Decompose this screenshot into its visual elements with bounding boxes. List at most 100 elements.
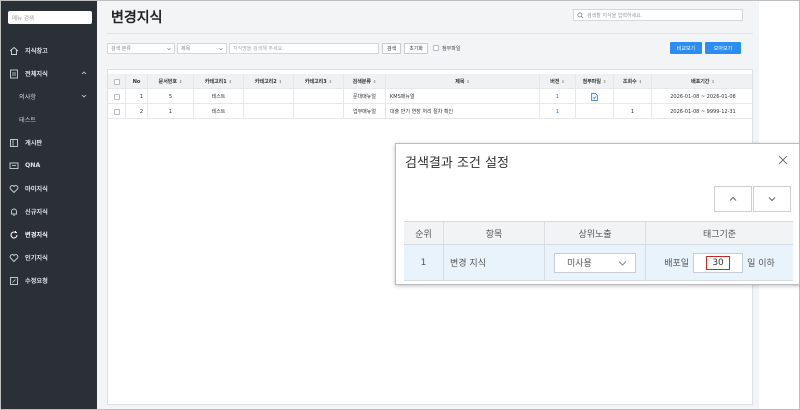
sidebar-item-my-knowledge[interactable]: 마이지식 xyxy=(1,177,97,200)
attachment-checkbox-label: 첨부파일 xyxy=(442,45,461,52)
sidebar-item-knowledge-home[interactable]: 지식창고 xyxy=(1,39,97,62)
bell-icon xyxy=(9,207,19,217)
close-icon[interactable] xyxy=(777,154,789,166)
sidebar-item-new-knowledge[interactable]: 신규지식 xyxy=(1,200,97,223)
row-views xyxy=(614,89,652,104)
modal-title: 검색결과 조건 설정 xyxy=(405,156,509,171)
table-row[interactable]: 2 1 테스트 업무매뉴얼 대출 만기 연장 처리 절차 확인 1 1 2026… xyxy=(108,104,752,119)
global-search-input[interactable]: 검색할 지식을 입력하세요. xyxy=(573,9,743,21)
column-header[interactable]: 첨부파일 ⇕ xyxy=(576,74,614,89)
field-select-value: 제목 xyxy=(181,45,191,52)
divider xyxy=(107,33,753,34)
row-cat3 xyxy=(294,89,344,104)
exposure-select[interactable]: 미사용 xyxy=(554,252,636,273)
sidebar-item-label: 인기지식 xyxy=(25,255,48,262)
category-select[interactable]: 검색 분류 xyxy=(107,42,175,54)
row-item: 변경 지식 xyxy=(444,245,545,280)
chevron-down-icon xyxy=(618,260,627,266)
column-header[interactable]: 카테고리2 ⇕ xyxy=(244,74,294,89)
chevron-up-icon xyxy=(729,196,737,201)
select-all-checkbox[interactable] xyxy=(113,78,120,85)
row-cat2 xyxy=(244,89,294,104)
exposure-select-value: 미사용 xyxy=(567,259,592,269)
settings-table: 순위 항목 상위노출 태그기준 1 변경 지식 미사용 배포일 30 일 이하 xyxy=(404,221,793,281)
reset-button[interactable]: 초기화 xyxy=(404,42,429,54)
row-period: 2026-01-08 ~ 9999-12-31 xyxy=(670,108,736,115)
sidebar-item-changed-knowledge[interactable]: 변경지식 xyxy=(1,223,97,246)
sidebar-item-label: 지식창고 xyxy=(25,48,48,55)
row-title-link[interactable]: 대출 만기 연장 처리 절차 확인 xyxy=(386,104,540,119)
attachment-checkbox[interactable] xyxy=(433,45,440,51)
row-checkbox[interactable] xyxy=(113,108,120,115)
column-header[interactable]: 배포기간 ⇕ xyxy=(652,74,752,89)
sidebar-item-notice[interactable]: 의사항 xyxy=(1,85,97,108)
column-header[interactable]: 검색분류 ⇕ xyxy=(344,74,386,89)
file-icon[interactable] xyxy=(591,92,598,101)
column-header[interactable]: No xyxy=(126,74,148,89)
field-select[interactable]: 제목 xyxy=(177,42,227,54)
sort-icon: ⇕ xyxy=(711,79,715,84)
search-button[interactable]: 검색 xyxy=(382,42,402,54)
sort-icon: ⇕ xyxy=(638,79,643,84)
table-row[interactable]: 1 5 테스트 문대매뉴얼 KMS매뉴얼 1 2026-01-08 ~ 2026… xyxy=(108,89,752,104)
heart-icon xyxy=(9,253,19,263)
row-class: 문대매뉴얼 xyxy=(344,89,386,104)
global-search-placeholder: 검색할 지식을 입력하세요. xyxy=(587,12,643,19)
sort-icon: ⇕ xyxy=(561,79,565,84)
row-class: 업무매뉴얼 xyxy=(344,104,386,119)
sidebar-menu: 지식창고 전체지식 의사항 테스트 게시판 QNA 마이지식 신규지식 변경지식… xyxy=(1,39,97,292)
sidebar: 메뉴 검색 지식창고 전체지식 의사항 테스트 게시판 QNA 마이지식 신규지… xyxy=(1,1,97,409)
board-icon xyxy=(9,138,19,148)
row-attachment[interactable] xyxy=(576,89,614,104)
table-header: No 문서번호 ⇕ 카테고리1 ⇕ 카테고리2 ⇕ 카테고리3 ⇕ 검색분류 ⇕ 제목 ⇕ … xyxy=(108,74,752,89)
chevron-up-icon[interactable] xyxy=(81,70,87,76)
row-version-link[interactable]: 1 xyxy=(540,104,576,119)
chevron-down-icon xyxy=(219,47,223,50)
days-input[interactable]: 30 xyxy=(693,252,744,273)
move-down-button[interactable] xyxy=(753,186,791,212)
sidebar-item-edit-request[interactable]: 수정요청 xyxy=(1,269,97,292)
column-header[interactable]: 카테고리1 ⇕ xyxy=(194,74,244,89)
column-header[interactable]: 제목 ⇕ xyxy=(386,74,540,89)
column-header[interactable]: 카테고리3 ⇕ xyxy=(294,74,344,89)
edit-icon xyxy=(9,276,19,286)
tag-suffix-label: 일 이하 xyxy=(747,259,775,269)
sidebar-item-popular-knowledge[interactable]: 인기지식 xyxy=(1,246,97,269)
move-up-button[interactable] xyxy=(714,186,752,212)
keyword-input[interactable]: 지식명을 검색해 주세요. xyxy=(229,42,379,54)
compare-view-button[interactable]: 비교보기 xyxy=(670,42,702,54)
sidebar-item-qna[interactable]: QNA xyxy=(1,154,97,177)
column-header[interactable]: 버전 ⇕ xyxy=(540,74,576,89)
row-cat2 xyxy=(244,104,294,119)
settings-row[interactable]: 1 변경 지식 미사용 배포일 30 일 이하 xyxy=(404,245,793,281)
header-checkbox-cell xyxy=(108,74,126,89)
sidebar-item-test[interactable]: 테스트 xyxy=(1,108,97,131)
sort-icon: ⇕ xyxy=(466,79,470,84)
chevron-down-icon xyxy=(167,47,171,50)
sidebar-item-board[interactable]: 게시판 xyxy=(1,131,97,154)
category-select-value: 검색 분류 xyxy=(111,45,131,52)
sidebar-search-input[interactable]: 메뉴 검색 xyxy=(8,11,92,24)
search-icon xyxy=(577,12,584,18)
page-title: 변경지식 xyxy=(111,10,163,26)
column-header[interactable]: 조회수 ⇕ xyxy=(614,74,652,89)
column-header: 상위노출 xyxy=(545,222,646,244)
row-title-link[interactable]: KMS매뉴얼 xyxy=(386,89,540,104)
column-header[interactable]: 문서번호 ⇕ xyxy=(148,74,194,89)
sidebar-item-all-knowledge[interactable]: 전체지식 xyxy=(1,62,97,85)
sort-icon: ⇕ xyxy=(328,79,333,84)
chevron-down-icon xyxy=(768,197,776,202)
sidebar-item-label: 전체지식 xyxy=(25,71,48,78)
collect-view-button[interactable]: 모아보기 xyxy=(705,42,741,54)
sort-icon: ⇕ xyxy=(603,79,607,84)
row-version-link[interactable]: 1 xyxy=(540,89,576,104)
row-rank: 1 xyxy=(404,245,444,280)
chevron-down-icon[interactable] xyxy=(81,93,87,99)
sidebar-item-label: 수정요청 xyxy=(25,278,48,285)
sidebar-item-label: 테스트 xyxy=(19,117,37,124)
column-header: 순위 xyxy=(404,222,444,244)
row-views: 1 xyxy=(614,104,652,119)
row-checkbox[interactable] xyxy=(113,93,120,100)
sort-icon: ⇕ xyxy=(278,79,283,84)
row-tag-cell: 배포일 30 일 이하 xyxy=(646,245,793,280)
